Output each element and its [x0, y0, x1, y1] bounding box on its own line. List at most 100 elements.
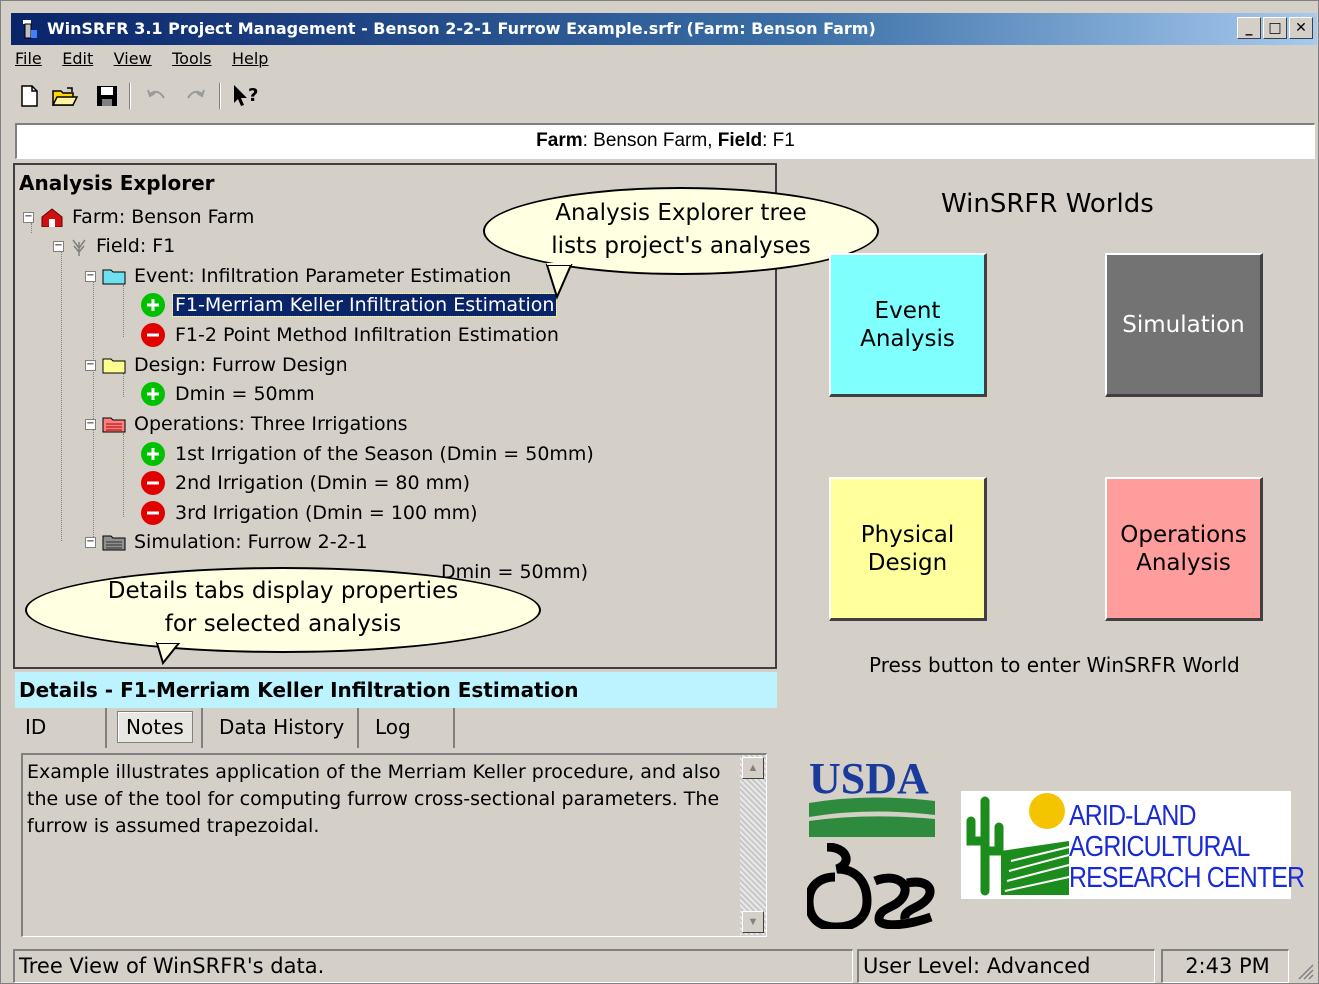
tree-label-event-item-1: F1-Merriam Keller Infiltration Estimatio…	[171, 293, 558, 317]
new-file-icon[interactable]	[15, 81, 43, 111]
aac-logo-text: ARID-LAND AGRICULTURAL RESEARCH CENTER	[1069, 800, 1305, 894]
tree-label-farm: Farm: Benson Farm	[72, 206, 255, 228]
notes-scrollbar[interactable]: ▲ ▼	[740, 755, 766, 935]
tree-node-event-item-1[interactable]: F1-Merriam Keller Infiltration Estimatio…	[141, 291, 558, 319]
collapse-icon[interactable]: −	[85, 418, 96, 430]
notes-line: Example illustrates application of the M…	[27, 761, 721, 783]
minus-status-icon	[141, 501, 165, 525]
field-label: Field	[717, 130, 763, 151]
tab-id-label: ID	[25, 715, 47, 739]
plus-status-icon	[141, 293, 165, 317]
status-message: Tree View of WinSRFR's data.	[13, 949, 853, 983]
tree-label-event-item-2: F1-2 Point Method Infiltration Estimatio…	[175, 324, 559, 346]
tree-node-design-group[interactable]: − Design: Furrow Design	[85, 351, 350, 379]
button-label: Design	[867, 549, 948, 576]
svg-text:?: ?	[248, 85, 258, 106]
status-user-level: User Level: Advanced	[857, 949, 1155, 983]
tab-notes-label: Notes	[117, 711, 193, 743]
callout-tree-tip: Analysis Explorer tree lists project's a…	[483, 187, 879, 275]
aac-line: AGRICULTURAL	[1069, 831, 1250, 863]
notes-textarea[interactable]: Example illustrates application of the M…	[21, 753, 767, 937]
redo-icon[interactable]	[181, 81, 209, 111]
callout-tree-pointer	[545, 263, 573, 300]
menu-help[interactable]: Help	[232, 49, 268, 68]
tree-node-simulation-group[interactable]: − Simulation: Furrow 2-2-1	[85, 528, 370, 556]
open-folder-icon[interactable]	[51, 81, 79, 111]
collapse-icon[interactable]: −	[85, 270, 96, 282]
tree-node-event-group[interactable]: − Event: Infiltration Parameter Estimati…	[85, 262, 513, 290]
button-label: Event	[874, 297, 941, 324]
resize-grip-icon[interactable]	[1297, 963, 1315, 981]
undo-icon[interactable]	[143, 81, 171, 111]
farm-field-info-bar: Farm: Benson Farm, Field: F1	[15, 123, 1315, 159]
aac-line: ARID-LAND	[1069, 800, 1197, 832]
notes-text: Example illustrates application of the M…	[27, 759, 739, 840]
physical-design-button[interactable]: Physical Design	[829, 477, 987, 621]
arid-land-research-center-logo: ARID-LAND AGRICULTURAL RESEARCH CENTER	[961, 791, 1305, 899]
press-button-hint: Press button to enter WinSRFR World	[869, 653, 1240, 677]
tab-data-history[interactable]: Data History	[203, 708, 359, 748]
window-title: WinSRFR 3.1 Project Management - Benson …	[47, 19, 876, 38]
tree-label-operations-item-1: 1st Irrigation of the Season (Dmin = 50m…	[175, 443, 594, 465]
button-label: Analysis	[1136, 549, 1231, 576]
tree-label-design-item-1: Dmin = 50mm	[175, 383, 315, 405]
tab-log[interactable]: Log	[359, 708, 455, 748]
collapse-icon[interactable]: −	[85, 536, 96, 548]
close-button[interactable]: ✕	[1289, 17, 1313, 39]
tree-label-simulation-group: Simulation: Furrow 2-2-1	[134, 531, 368, 553]
tree-node-farm[interactable]: − Farm: Benson Farm	[23, 203, 256, 231]
folder-cyan-icon	[102, 267, 126, 285]
callout-details-text: Details tabs display properties for sele…	[107, 578, 459, 637]
menu-tools[interactable]: Tools	[172, 49, 211, 68]
collapse-icon[interactable]: −	[85, 359, 96, 371]
tree-label-operations-item-2: 2nd Irrigation (Dmin = 80 mm)	[175, 472, 471, 494]
tree-label-design-group: Design: Furrow Design	[134, 354, 348, 376]
collapse-icon[interactable]: −	[53, 240, 64, 252]
callout-tree-text: Analysis Explorer tree lists project's a…	[551, 200, 811, 259]
operations-analysis-button[interactable]: Operations Analysis	[1105, 477, 1263, 621]
tree-node-operations-item-1[interactable]: 1st Irrigation of the Season (Dmin = 50m…	[141, 440, 596, 468]
callout-details-pointer	[155, 641, 182, 666]
maximize-button[interactable]: □	[1263, 17, 1287, 39]
notes-line: the use of the tool for computing furrow…	[27, 788, 720, 810]
field-plant-icon	[70, 236, 88, 256]
title-bar[interactable]: WinSRFR 3.1 Project Management - Benson …	[11, 13, 1317, 45]
menu-file[interactable]: File	[15, 49, 42, 68]
status-time: 2:43 PM	[1161, 949, 1289, 983]
tab-notes[interactable]: Notes	[107, 708, 203, 748]
scroll-up-icon[interactable]: ▲	[742, 757, 764, 779]
usda-logo: USDA	[807, 753, 937, 841]
tree-node-operations-group[interactable]: − Operations: Three Irrigations	[85, 410, 410, 438]
toolbar-separator	[219, 83, 221, 109]
tree-label-operations-item-3: 3rd Irrigation (Dmin = 100 mm)	[175, 502, 478, 524]
farm-barn-icon	[40, 207, 64, 227]
tree-node-event-item-2[interactable]: F1-2 Point Method Infiltration Estimatio…	[141, 321, 561, 349]
app-icon	[19, 18, 41, 40]
menu-view[interactable]: View	[114, 49, 152, 68]
button-label: Simulation	[1122, 311, 1245, 338]
callout-details-tip: Details tabs display properties for sele…	[25, 567, 541, 653]
tree-node-operations-item-3[interactable]: 3rd Irrigation (Dmin = 100 mm)	[141, 499, 480, 527]
toolbar-separator	[129, 83, 131, 109]
tree-node-design-item-1[interactable]: Dmin = 50mm	[141, 380, 317, 408]
tab-id[interactable]: ID	[15, 708, 107, 748]
plus-status-icon	[141, 382, 165, 406]
scroll-down-icon[interactable]: ▼	[742, 911, 764, 933]
minimize-button[interactable]: _	[1237, 17, 1261, 39]
tree-node-field[interactable]: − Field: F1	[53, 232, 177, 260]
button-label: Operations	[1120, 521, 1247, 548]
minus-status-icon	[141, 471, 165, 495]
simulation-button[interactable]: Simulation	[1105, 253, 1263, 397]
collapse-icon[interactable]: −	[23, 211, 34, 223]
notes-line: furrow is assumed trapezoidal.	[27, 815, 320, 837]
event-analysis-button[interactable]: Event Analysis	[829, 253, 987, 397]
button-label: Physical	[860, 521, 955, 548]
worlds-title: WinSRFR Worlds	[941, 189, 1154, 219]
save-icon[interactable]	[93, 81, 121, 111]
minus-status-icon	[141, 323, 165, 347]
app-window: WinSRFR 3.1 Project Management - Benson …	[0, 0, 1319, 984]
context-help-icon[interactable]: ?	[231, 81, 265, 111]
tree-node-operations-item-2[interactable]: 2nd Irrigation (Dmin = 80 mm)	[141, 469, 472, 497]
menu-edit[interactable]: Edit	[62, 49, 93, 68]
farm-label: Farm	[536, 130, 583, 151]
